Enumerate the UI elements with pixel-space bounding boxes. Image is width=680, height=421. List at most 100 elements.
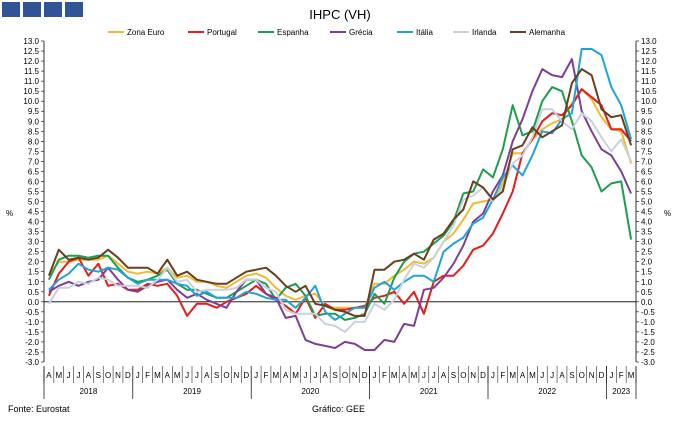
year-label: 2019 (183, 387, 201, 396)
x-tick-label: S (96, 371, 101, 380)
y-tick-label-right: 6.0 (641, 177, 653, 186)
x-tick-label: M (154, 371, 161, 380)
y-tick-label-left: 4.5 (28, 208, 40, 217)
y-tick-label-left: 5.0 (28, 198, 40, 207)
y-tick-label-right: 2.0 (641, 258, 653, 267)
x-tick-label: D (362, 371, 368, 380)
x-tick-label: O (460, 371, 466, 380)
y-tick-label-left: -1.5 (25, 328, 39, 337)
y-tick-label-left: 2.0 (28, 258, 40, 267)
y-axis-label-right: % (664, 209, 671, 218)
legend-label: Itália (416, 28, 433, 37)
x-tick-label: D (125, 371, 131, 380)
x-tick-label: A (86, 371, 92, 380)
x-tick-label: S (451, 371, 456, 380)
x-tick-label: N (234, 371, 240, 380)
x-tick-label: A (441, 371, 447, 380)
x-tick-label: J (540, 371, 544, 380)
y-tick-label-right: 12.5 (641, 47, 657, 56)
year-label: 2021 (420, 387, 438, 396)
y-tick-label-left: -2.5 (25, 348, 39, 357)
y-tick-label-left: -2.0 (25, 338, 39, 347)
x-tick-label: O (105, 371, 111, 380)
y-tick-label-left: 8.0 (28, 137, 40, 146)
y-tick-label-right: -1.0 (641, 318, 655, 327)
x-tick-label: A (323, 371, 329, 380)
series-line-5 (48, 108, 633, 333)
y-tick-label-left: 8.5 (28, 127, 40, 136)
x-tick-label: F (619, 371, 624, 380)
x-tick-label: J (67, 371, 71, 380)
x-tick-label: O (579, 371, 585, 380)
x-tick-label: S (214, 371, 219, 380)
y-tick-label-left: 3.0 (28, 238, 40, 247)
y-tick-label-right: 8.5 (641, 127, 653, 136)
y-tick-label-right: 7.5 (641, 147, 653, 156)
chart-series (47, 48, 633, 351)
x-tick-label: D (243, 371, 249, 380)
x-tick-label: M (273, 371, 280, 380)
x-tick-label: M (55, 371, 62, 380)
x-tick-label: S (569, 371, 574, 380)
y-tick-label-left: -0.5 (25, 308, 39, 317)
x-tick-label: J (373, 371, 377, 380)
hicp-line-chart: IHPC (VH) Zona Euro Portugal Espanha Grécia… (6, 7, 671, 399)
y-tick-label-right: 4.5 (641, 208, 653, 217)
y-axis-label-left: % (6, 209, 13, 218)
x-tick-label: O (223, 371, 229, 380)
year-label: 2020 (302, 387, 320, 396)
year-label: 2023 (612, 387, 630, 396)
y-tick-label-right: 0.5 (641, 288, 653, 297)
x-tick-label: A (401, 371, 407, 380)
x-tick-label: A (46, 371, 52, 380)
y-tick-label-right: -0.5 (641, 308, 655, 317)
series-line-3 (48, 58, 633, 351)
x-tick-label: J (609, 371, 613, 380)
legend-label: Irlanda (472, 28, 497, 37)
y-tick-label-right: -2.0 (641, 338, 655, 347)
year-label: 2022 (538, 387, 556, 396)
y-tick-label-right: 5.5 (641, 187, 653, 196)
y-tick-label-left: -3.0 (25, 358, 39, 367)
y-tick-label-left: 4.0 (28, 218, 40, 227)
y-tick-label-right: 9.0 (641, 117, 653, 126)
y-tick-label-right: 5.0 (641, 198, 653, 207)
x-tick-label: S (332, 371, 337, 380)
x-tick-label: J (432, 371, 436, 380)
y-tick-label-left: -1.0 (25, 318, 39, 327)
x-tick-label: J (550, 371, 554, 380)
legend-label: Portugal (207, 28, 237, 37)
x-tick-label: A (165, 371, 171, 380)
y-tick-label-left: 12.5 (23, 47, 39, 56)
y-tick-label-left: 3.5 (28, 228, 40, 237)
y-tick-label-right: -2.5 (641, 348, 655, 357)
y-tick-label-left: 0.0 (28, 298, 40, 307)
y-tick-label-left: 7.5 (28, 147, 40, 156)
y-tick-label-left: 9.0 (28, 117, 40, 126)
y-tick-label-right: 10.0 (641, 97, 657, 106)
y-tick-label-right: 9.5 (641, 107, 653, 116)
y-tick-label-right: 11.0 (641, 77, 657, 86)
y-tick-label-left: 9.5 (28, 107, 40, 116)
x-tick-label: M (292, 371, 299, 380)
x-tick-label: J (77, 371, 81, 380)
legend-label: Alemanha (529, 28, 566, 37)
y-tick-label-left: 11.5 (24, 67, 40, 76)
legend-label: Espanha (277, 28, 309, 37)
y-tick-label-left: 6.0 (28, 177, 40, 186)
x-tick-label: J (195, 371, 199, 380)
x-tick-label: N (470, 371, 476, 380)
year-label: 2018 (80, 387, 98, 396)
y-tick-label-right: -1.5 (641, 328, 655, 337)
y-tick-label-right: 1.0 (641, 278, 653, 287)
y-tick-label-right: 2.5 (641, 248, 653, 257)
x-tick-label: J (313, 371, 317, 380)
x-tick-label: J (303, 371, 307, 380)
x-tick-label: F (264, 371, 269, 380)
x-tick-label: M (174, 371, 181, 380)
x-tick-label: M (411, 371, 418, 380)
x-tick-label: A (283, 371, 289, 380)
y-tick-label-left: 6.5 (28, 167, 40, 176)
x-tick-label: O (342, 371, 348, 380)
x-tick-label: J (491, 371, 495, 380)
